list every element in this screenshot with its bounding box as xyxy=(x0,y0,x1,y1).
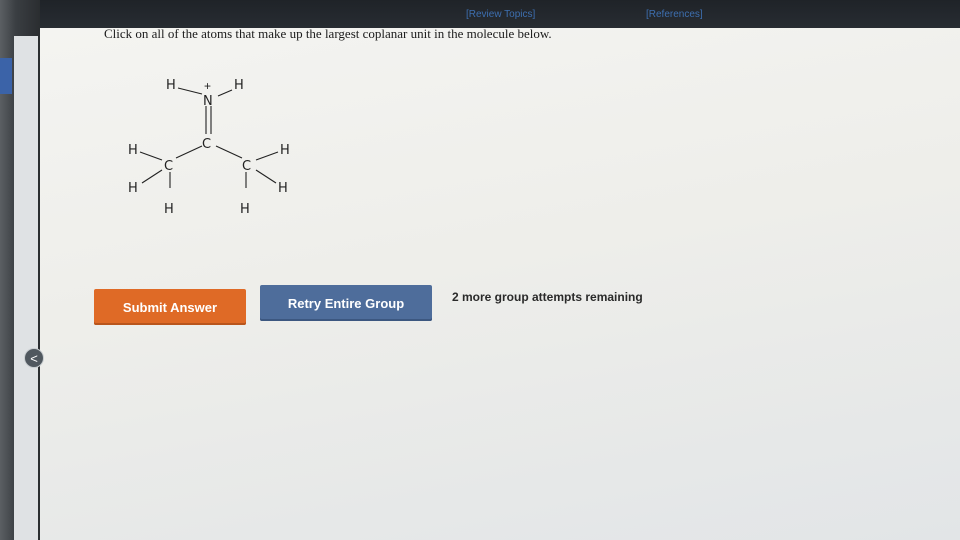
attempts-remaining-text: 2 more group attempts remaining xyxy=(452,290,643,304)
atom-h-top-left[interactable]: H xyxy=(166,78,176,93)
atom-c-center[interactable]: C xyxy=(202,137,211,152)
left-panel xyxy=(14,36,38,540)
question-text: Click on all of the atoms that make up t… xyxy=(104,26,552,41)
molecule-diagram: H + H N H C H C C H H H H xyxy=(128,78,290,217)
atom-h-top-right[interactable]: H xyxy=(234,78,244,93)
atom-h-bottom-left[interactable]: H xyxy=(164,202,174,217)
atom-h-right-lower[interactable]: H xyxy=(278,181,288,196)
atom-c-left[interactable]: C xyxy=(164,159,173,174)
collapse-chevron-icon[interactable]: < xyxy=(24,348,44,368)
retry-entire-group-button[interactable]: Retry Entire Group xyxy=(260,285,432,321)
positive-charge: + xyxy=(204,79,211,93)
atom-c-right[interactable]: C xyxy=(242,159,251,174)
side-tab[interactable] xyxy=(0,58,12,94)
atom-h-right-upper[interactable]: H xyxy=(280,143,290,158)
submit-answer-button[interactable]: Submit Answer xyxy=(94,289,246,325)
references-link[interactable]: [References] xyxy=(646,9,703,20)
atom-h-left-upper[interactable]: H xyxy=(128,143,138,158)
atom-h-bottom-right[interactable]: H xyxy=(240,202,250,217)
atom-n[interactable]: N xyxy=(203,94,213,109)
review-topics-link[interactable]: [Review Topics] xyxy=(466,9,535,20)
atom-h-left-lower[interactable]: H xyxy=(128,181,138,196)
